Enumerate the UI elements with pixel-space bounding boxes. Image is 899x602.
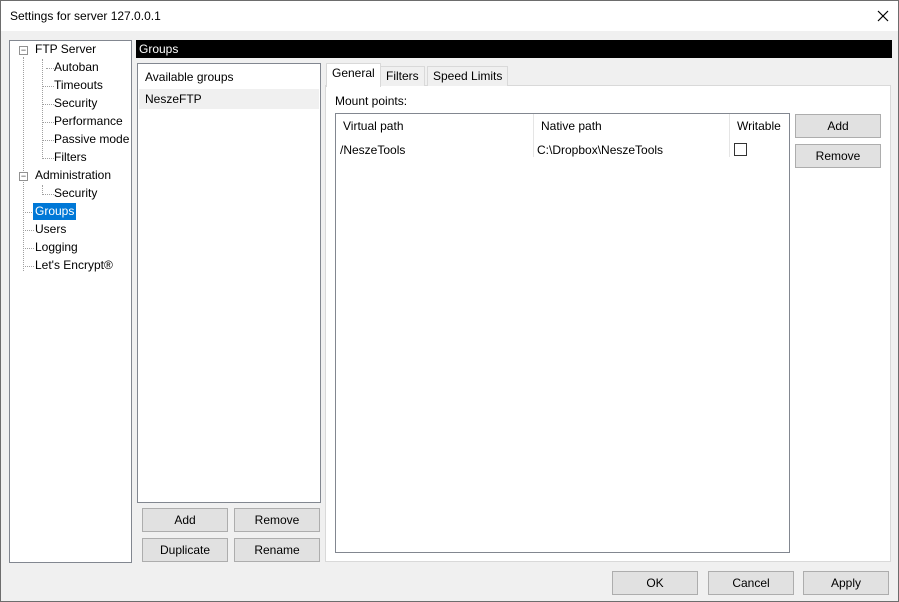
- mount-points-table[interactable]: Virtual path Native path Writable /Nesze…: [335, 113, 790, 553]
- column-header-virtual-path[interactable]: Virtual path: [336, 114, 534, 139]
- tree-item-performance[interactable]: Performance: [52, 113, 125, 130]
- tree-item-groups[interactable]: Groups: [33, 203, 77, 220]
- add-mount-point-button[interactable]: Add: [795, 114, 881, 138]
- rename-group-button[interactable]: Rename: [234, 538, 320, 562]
- tree-item-administration[interactable]: Administration: [33, 167, 113, 184]
- writable-checkbox[interactable]: [734, 143, 747, 156]
- column-divider: [533, 139, 534, 157]
- tree-item-timeouts[interactable]: Timeouts: [52, 77, 105, 94]
- page-title: Groups: [136, 40, 892, 58]
- groups-list[interactable]: Available groups NeszeFTP: [137, 63, 321, 503]
- remove-group-button[interactable]: Remove: [234, 508, 320, 532]
- tab-general[interactable]: General: [326, 63, 381, 87]
- native-path-cell[interactable]: C:\Dropbox\NeszeTools: [537, 141, 663, 159]
- column-header-writable[interactable]: Writable: [730, 114, 789, 139]
- tree-item-lets-encrypt[interactable]: Let's Encrypt®: [33, 257, 115, 274]
- cancel-button[interactable]: Cancel: [708, 571, 794, 595]
- tree-item-passive-mode[interactable]: Passive mode: [52, 131, 131, 148]
- column-divider: [729, 139, 730, 157]
- tree-item-ftp-server[interactable]: FTP Server: [33, 41, 98, 58]
- collapse-icon[interactable]: −: [19, 172, 28, 181]
- settings-window: Settings for server 127.0.0.1 − − FTP Se…: [0, 0, 899, 602]
- column-header-native-path[interactable]: Native path: [534, 114, 730, 139]
- close-button[interactable]: [868, 1, 898, 31]
- tree-connector: [42, 59, 43, 159]
- virtual-path-cell[interactable]: /NeszeTools: [340, 141, 405, 159]
- groups-list-header: Available groups: [145, 70, 234, 84]
- tree-item-logging[interactable]: Logging: [33, 239, 80, 256]
- close-icon: [877, 10, 889, 22]
- duplicate-group-button[interactable]: Duplicate: [142, 538, 228, 562]
- apply-button[interactable]: Apply: [803, 571, 889, 595]
- tab-speed-limits[interactable]: Speed Limits: [427, 66, 509, 86]
- tree-item-security[interactable]: Security: [52, 95, 99, 112]
- settings-tree[interactable]: − − FTP Server Autoban Timeouts Security…: [9, 40, 132, 563]
- tree-item-users[interactable]: Users: [33, 221, 68, 238]
- ok-button[interactable]: OK: [612, 571, 698, 595]
- title-bar: Settings for server 127.0.0.1: [1, 1, 898, 31]
- window-title: Settings for server 127.0.0.1: [10, 9, 161, 23]
- tree-item-admin-security[interactable]: Security: [52, 185, 99, 202]
- add-group-button[interactable]: Add: [142, 508, 228, 532]
- tab-filters[interactable]: Filters: [380, 66, 425, 86]
- tree-item-filters[interactable]: Filters: [52, 149, 89, 166]
- tree-item-autoban[interactable]: Autoban: [52, 59, 101, 76]
- remove-mount-point-button[interactable]: Remove: [795, 144, 881, 168]
- collapse-icon[interactable]: −: [19, 46, 28, 55]
- mount-points-label: Mount points:: [335, 94, 408, 108]
- tree-connector: [23, 57, 24, 271]
- list-item[interactable]: NeszeFTP: [139, 89, 319, 109]
